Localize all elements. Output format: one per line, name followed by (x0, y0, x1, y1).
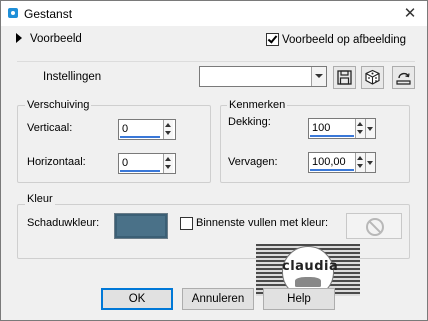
settings-label: Instellingen (43, 71, 102, 83)
separator (17, 61, 415, 62)
input-underline (120, 136, 160, 138)
reset-icon (396, 72, 411, 85)
displacement-title: Verschuiving (25, 99, 92, 111)
blur-value: 100,00 (312, 156, 346, 168)
shadow-color-label: Schaduwkleur: (27, 217, 100, 229)
input-underline (310, 135, 354, 137)
preview-toggle[interactable]: Voorbeeld (16, 33, 82, 49)
color-title: Kleur (25, 193, 55, 205)
window-title: Gestanst (24, 7, 73, 21)
expand-triangle-icon (16, 33, 22, 43)
randomize-button[interactable] (361, 66, 384, 89)
properties-title: Kenmerken (227, 99, 288, 111)
blur-stepper[interactable] (355, 153, 365, 172)
horizontal-label: Horizontaal: (27, 156, 86, 168)
save-preset-button[interactable] (333, 66, 356, 89)
checkmark-icon (267, 33, 278, 44)
vertical-input[interactable]: 0 (118, 119, 176, 140)
opacity-input[interactable]: 100 (308, 118, 376, 139)
cancel-button[interactable]: Annuleren (182, 288, 254, 310)
fill-inside-checkbox[interactable] (180, 217, 193, 230)
no-color-icon (366, 218, 384, 236)
close-button[interactable]: ✕ (399, 4, 421, 24)
vertical-stepper[interactable] (163, 120, 173, 139)
blur-dropdown-arrow[interactable] (365, 153, 375, 172)
randomize-dice-icon (365, 69, 380, 85)
ok-button[interactable]: OK (101, 288, 173, 310)
shadow-color-swatch[interactable] (114, 213, 168, 239)
dialog-window: Gestanst ✕ Voorbeeld Voorbeeld op afbeel… (0, 0, 428, 321)
horizontal-stepper[interactable] (163, 154, 173, 173)
horizontal-value: 0 (122, 157, 129, 169)
fill-inside-label: Binnenste vullen met kleur: (196, 217, 329, 229)
reset-button[interactable] (392, 66, 415, 89)
app-icon (8, 8, 18, 18)
horizontal-input[interactable]: 0 (118, 153, 176, 174)
preview-label: Voorbeeld (30, 33, 82, 45)
opacity-stepper[interactable] (355, 119, 365, 138)
preview-on-image-label: Voorbeeld op afbeelding (282, 34, 407, 46)
settings-dropdown[interactable] (199, 66, 327, 87)
preview-on-image-checkbox[interactable] (266, 33, 279, 46)
opacity-dropdown-arrow[interactable] (365, 119, 375, 138)
blur-label: Vervagen: (228, 156, 278, 168)
save-icon (337, 70, 352, 85)
fill-color-swatch[interactable] (346, 213, 402, 239)
vertical-value: 0 (122, 123, 129, 135)
chevron-down-icon[interactable] (311, 67, 326, 86)
title-bar: Gestanst ✕ (1, 1, 427, 26)
help-button[interactable]: Help (263, 288, 335, 310)
opacity-label: Dekking: (228, 116, 271, 128)
input-underline (120, 170, 160, 172)
blur-input[interactable]: 100,00 (308, 152, 376, 173)
displacement-group (17, 105, 211, 183)
vertical-label: Verticaal: (27, 122, 73, 134)
watermark-text: claudia (282, 259, 339, 274)
input-underline (310, 169, 354, 171)
opacity-value: 100 (312, 122, 331, 134)
